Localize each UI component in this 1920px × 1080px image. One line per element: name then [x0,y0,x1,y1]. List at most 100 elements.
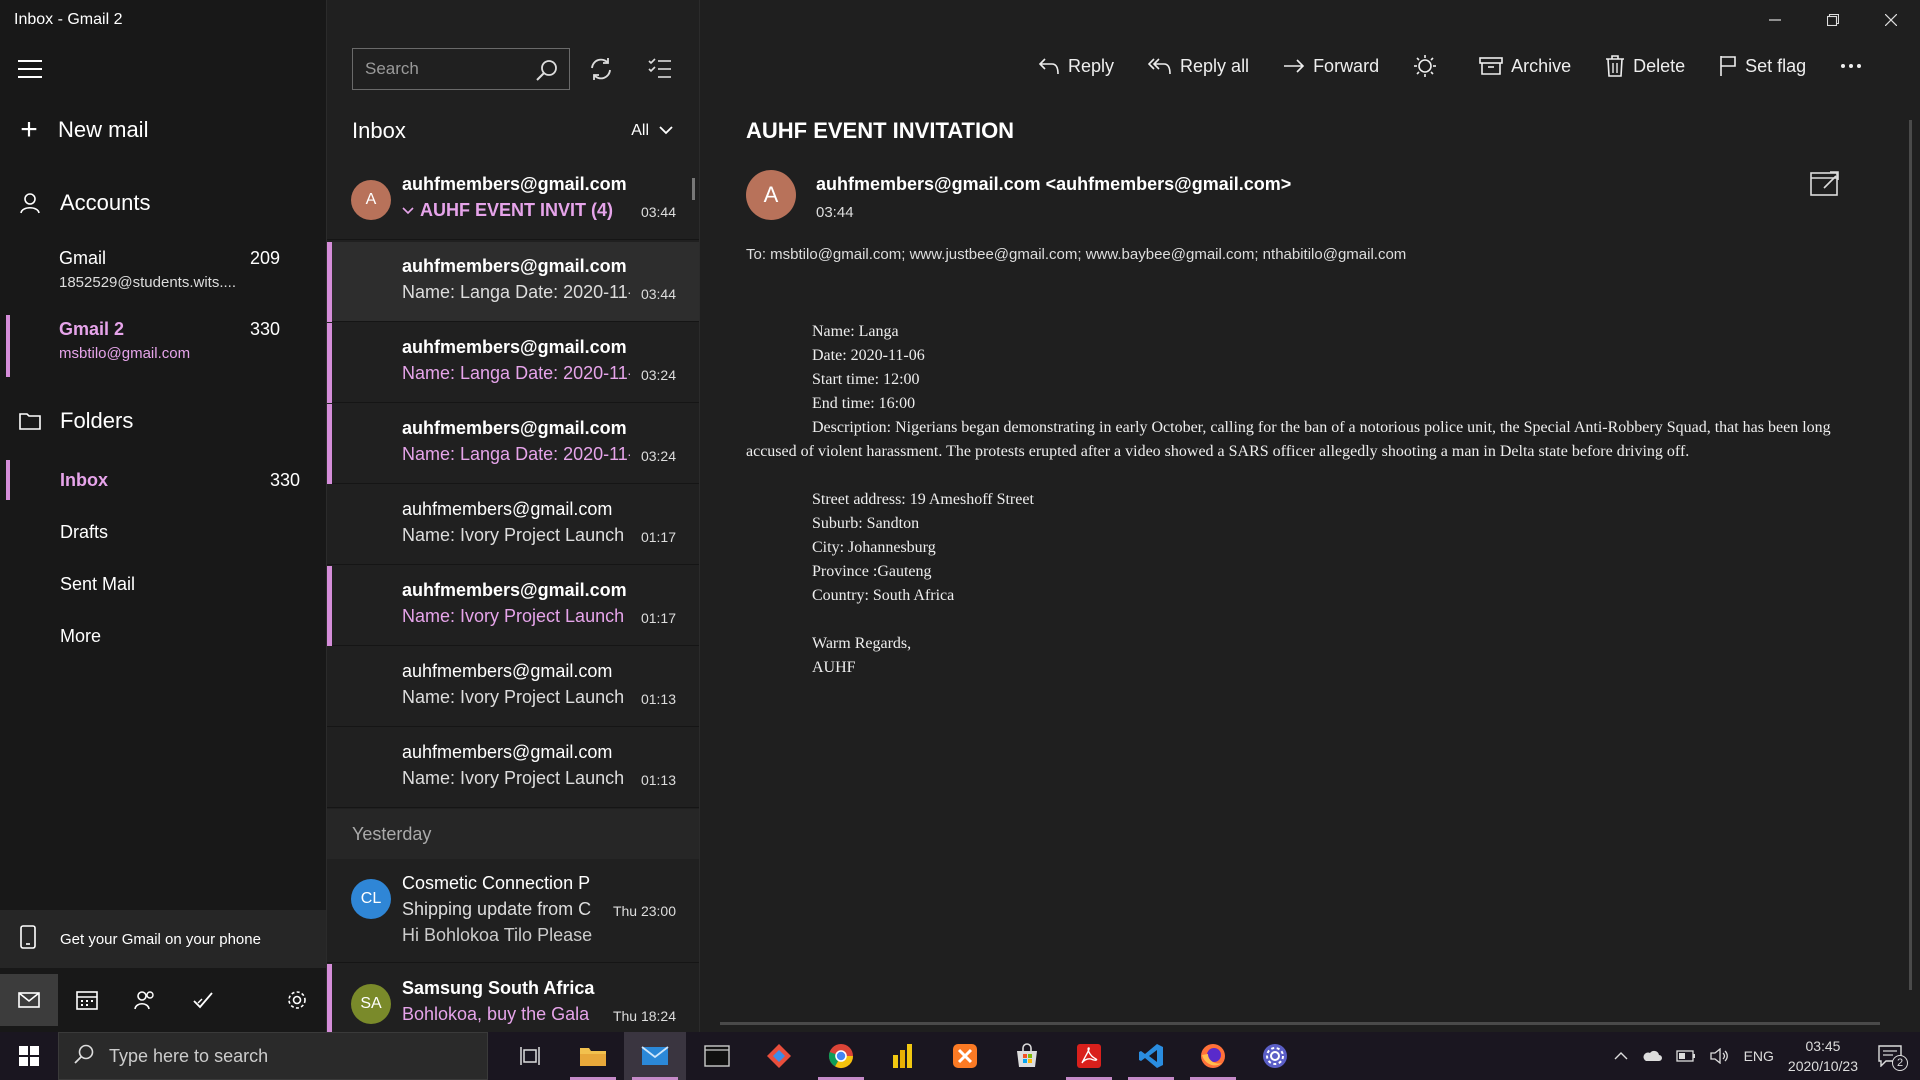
delete-button[interactable]: Delete [1605,55,1685,77]
message-sender: auhfmembers@gmail.com [402,418,627,438]
list-title: Inbox [352,118,406,143]
message-item[interactable]: auhfmembers@gmail.com Name: Langa Date: … [327,404,699,484]
onedrive-cloud-icon[interactable] [1642,1050,1662,1062]
reading-pane-horizontal-scrollbar[interactable] [720,1022,1880,1025]
taskbar-apps [500,1032,1306,1080]
settings-app-icon[interactable] [1244,1032,1306,1080]
selection-mode-icon[interactable] [647,56,673,87]
theme-toggle-button[interactable] [1413,54,1445,78]
message-toolbar: Reply Reply all Forward Archive Delete S… [1038,54,1904,78]
restore-icon[interactable] [1804,0,1862,40]
acrobat-reader-icon[interactable] [1058,1032,1120,1080]
accounts-header[interactable]: Accounts [18,190,151,216]
folder-label: Sent Mail [60,573,136,594]
chevron-down-icon[interactable] [402,206,414,215]
message-item[interactable]: auhfmembers@gmail.com Name: Ivory Projec… [327,485,699,565]
volume-icon[interactable] [1709,1048,1730,1064]
folder-icon [18,412,42,430]
search-icon[interactable] [535,58,559,87]
notifications-icon[interactable]: 2 [1878,1045,1908,1071]
people-icon[interactable] [116,974,174,1026]
flag-icon [1719,55,1737,77]
hamburger-menu-icon[interactable] [18,60,42,78]
filter-dropdown[interactable]: All [631,122,673,140]
folders-header[interactable]: Folders [18,408,133,434]
message-time: Thu 23:00 [612,903,676,919]
message-subject: AUHF EVENT INVIT (4) [402,200,630,221]
message-item[interactable]: auhfmembers@gmail.com Name: Langa Date: … [327,242,699,322]
folder-inbox[interactable]: Inbox 330 [0,456,326,504]
message-item[interactable]: auhfmembers@gmail.com Name: Ivory Projec… [327,566,699,646]
chevron-down-icon [659,122,673,140]
mail-icon[interactable] [0,974,58,1026]
message-item[interactable]: auhfmembers@gmail.com Name: Ivory Projec… [327,728,699,808]
settings-gear-icon[interactable] [268,974,326,1026]
folder-sent-mail[interactable]: Sent Mail [0,560,326,608]
terminal-icon[interactable] [686,1032,748,1080]
reply-icon [1038,56,1060,76]
file-explorer-icon[interactable] [562,1032,624,1080]
folder-more[interactable]: More [0,612,326,660]
sender-address[interactable]: auhfmembers@gmail.com <auhfmembers@gmail… [816,174,1291,195]
task-view-icon[interactable] [500,1032,562,1080]
search-input[interactable]: Search [352,48,570,90]
message-subject: Name: Langa Date: 2020-11-06 [402,444,630,464]
calendar-icon[interactable] [58,974,116,1026]
message-item[interactable]: auhfmembers@gmail.com Name: Langa Date: … [327,323,699,403]
vscode-icon[interactable] [1120,1032,1182,1080]
body-description-first: Description: Nigerians began demonstrati… [812,419,1711,436]
person-icon [18,192,42,214]
battery-icon[interactable] [1675,1050,1696,1062]
message-thread-header[interactable]: A auhfmembers@gmail.com AUHF EVENT INVIT… [327,160,699,240]
taskbar-search-input[interactable]: Type here to search [58,1032,488,1080]
message-sender: auhfmembers@gmail.com [402,337,627,357]
delete-label: Delete [1633,55,1686,76]
folder-label: Inbox [60,469,108,490]
new-mail-button[interactable]: + New mail [18,112,148,148]
folder-label: More [60,625,102,646]
firefox-icon[interactable] [1182,1032,1244,1080]
notification-count-badge: 2 [1892,1055,1908,1071]
mail-app-icon[interactable] [624,1032,686,1080]
list-scrollbar[interactable] [692,178,695,200]
tasks-icon[interactable] [174,974,232,1026]
xampp-icon[interactable] [934,1032,996,1080]
archive-box-icon [1479,56,1503,76]
close-icon[interactable] [1862,0,1920,40]
more-options-button[interactable] [1840,63,1870,69]
windows-start-icon[interactable] [0,1032,58,1080]
reading-pane-scrollbar[interactable] [1909,120,1912,990]
account-gmail[interactable]: Gmail 209 1852529@students.wits.... [0,240,326,304]
open-in-new-window-icon[interactable] [1810,170,1840,201]
chrome-browser-icon[interactable] [810,1032,872,1080]
message-item[interactable]: SA Samsung South Africa Bohlokoa, buy th… [327,964,699,1032]
forward-label: Forward [1313,55,1380,76]
sync-icon[interactable] [588,56,614,87]
reply-button[interactable]: Reply [1038,56,1114,77]
reading-pane: Reply Reply all Forward Archive Delete S… [700,0,1920,1032]
sender-avatar: A [746,170,796,220]
message-time: 03:44 [640,204,676,220]
message-sender: auhfmembers@gmail.com [402,256,627,276]
message-item[interactable]: auhfmembers@gmail.com Name: Ivory Projec… [327,647,699,727]
body-line: City: Johannesburg [812,539,936,556]
microsoft-store-icon[interactable] [996,1032,1058,1080]
chevron-up-icon[interactable] [1614,1052,1628,1060]
message-item[interactable]: CL Cosmetic Connection P Shipping update… [327,859,699,963]
set-flag-label: Set flag [1745,55,1807,76]
forward-button[interactable]: Forward [1283,56,1379,77]
git-diamond-icon[interactable] [748,1032,810,1080]
account-gmail-2[interactable]: Gmail 2 330 msbtilo@gmail.com [0,311,326,377]
get-mail-on-phone-link[interactable]: Get your Gmail on your phone [0,910,326,968]
taskbar-clock[interactable]: 03:45 2020/10/23 [1788,1036,1858,1076]
body-line: Name: Langa [812,323,899,340]
set-flag-button[interactable]: Set flag [1719,55,1806,77]
folder-drafts[interactable]: Drafts [0,508,326,556]
archive-button[interactable]: Archive [1479,56,1571,77]
account-unread-count: 330 [249,319,280,339]
reply-all-button[interactable]: Reply all [1148,56,1249,77]
input-language[interactable]: ENG [1744,1048,1774,1064]
minimize-icon[interactable] [1746,0,1804,40]
power-bi-icon[interactable] [872,1032,934,1080]
clock-time: 03:45 [1805,1038,1841,1054]
